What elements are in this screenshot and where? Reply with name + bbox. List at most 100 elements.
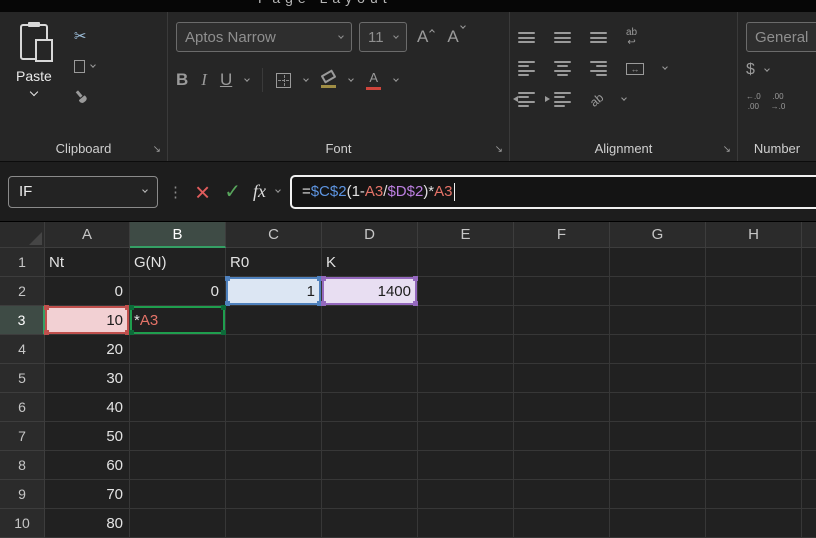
cell-A5[interactable]: 30 [45,364,130,393]
cell-partial-1[interactable] [802,248,816,277]
column-header-A[interactable]: A [45,222,130,248]
cell-partial-3[interactable] [802,306,816,335]
font-name-chevron-icon[interactable] [338,32,344,39]
row-header-2[interactable]: 2 [0,277,45,306]
cell-F6[interactable] [514,393,610,422]
cell-E1[interactable] [418,248,514,277]
name-box[interactable]: IF [8,175,158,208]
cell-B7[interactable] [130,422,226,451]
cell-H1[interactable] [706,248,802,277]
cell-G5[interactable] [610,364,706,393]
align-top-button[interactable] [518,32,535,43]
column-header-H[interactable]: H [706,222,802,248]
cell-partial-4[interactable] [802,335,816,364]
decrease-indent-button[interactable] [513,91,535,108]
row-header-6[interactable]: 6 [0,393,45,422]
align-bottom-button[interactable] [590,32,607,43]
cell-H7[interactable] [706,422,802,451]
cell-B3[interactable]: * A3 [129,305,226,335]
row-header-8[interactable]: 8 [0,451,45,480]
cell-G9[interactable] [610,480,706,509]
selection-handle[interactable] [221,330,226,335]
formula-input[interactable]: = $C$2 (1- A3/$D$2)* A3 [289,174,816,209]
copy-button[interactable] [73,56,96,75]
cell-C10[interactable] [226,509,322,538]
column-header-B[interactable]: B [130,222,226,248]
cell-E5[interactable] [418,364,514,393]
font-size-combobox[interactable]: 11 [359,22,407,52]
fill-color-button[interactable] [320,69,337,88]
cell-A8[interactable]: 60 [45,451,130,480]
cell-partial-5[interactable] [802,364,816,393]
align-middle-button[interactable] [554,32,571,43]
cell-F10[interactable] [514,509,610,538]
cell-G7[interactable] [610,422,706,451]
cell-C6[interactable] [226,393,322,422]
cell-F4[interactable] [514,335,610,364]
clipboard-dialog-launcher-icon[interactable]: ↘ [153,144,161,155]
font-dialog-launcher-icon[interactable]: ↘ [495,144,503,155]
row-header-5[interactable]: 5 [0,364,45,393]
cell-G10[interactable] [610,509,706,538]
font-color-dropdown-chevron-icon[interactable] [393,75,400,82]
cell-partial-9[interactable] [802,480,816,509]
cell-E4[interactable] [418,335,514,364]
cell-A6[interactable]: 40 [45,393,130,422]
column-header-F[interactable]: F [514,222,610,248]
cell-D10[interactable] [322,509,418,538]
cell-partial-2[interactable] [802,277,816,306]
decrease-font-size-button[interactable]: A [444,23,467,47]
row-header-1[interactable]: 1 [0,248,45,277]
cell-F1[interactable] [514,248,610,277]
cell-A2[interactable]: 0 [45,277,130,306]
cell-G6[interactable] [610,393,706,422]
paste-button[interactable]: Paste [8,22,60,105]
cell-F5[interactable] [514,364,610,393]
cell-B8[interactable] [130,451,226,480]
cell-F3[interactable] [514,306,610,335]
formula-bar-resize-dots-icon[interactable]: ⋮ [168,183,183,201]
cell-G2[interactable] [610,277,706,306]
cell-D9[interactable] [322,480,418,509]
row-header-10[interactable]: 10 [0,509,45,538]
cell-B10[interactable] [130,509,226,538]
cell-E9[interactable] [418,480,514,509]
enter-button[interactable]: ✓ [222,182,243,202]
number-format-combobox[interactable]: General [746,22,816,52]
cell-E7[interactable] [418,422,514,451]
cell-E10[interactable] [418,509,514,538]
decrease-decimal-button[interactable]: .00 →.0 [771,92,786,112]
cell-D8[interactable] [322,451,418,480]
cell-E2[interactable] [418,277,514,306]
merge-center-button[interactable]: ↔ [626,62,644,75]
cell-D7[interactable] [322,422,418,451]
align-left-button[interactable] [518,60,535,77]
cell-H8[interactable] [706,451,802,480]
cell-G4[interactable] [610,335,706,364]
cell-B9[interactable] [130,480,226,509]
fill-color-dropdown-chevron-icon[interactable] [348,75,355,82]
cell-A3[interactable]: 10 [44,305,130,335]
cell-A9[interactable]: 70 [45,480,130,509]
cell-C4[interactable] [226,335,322,364]
borders-dropdown-chevron-icon[interactable] [303,75,310,82]
underline-dropdown-chevron-icon[interactable] [244,75,251,82]
bold-button[interactable]: B [176,70,188,90]
cell-E6[interactable] [418,393,514,422]
cell-E3[interactable] [418,306,514,335]
selection-handle[interactable] [413,301,418,306]
cell-F2[interactable] [514,277,610,306]
cell-A4[interactable]: 20 [45,335,130,364]
cell-H9[interactable] [706,480,802,509]
cell-C5[interactable] [226,364,322,393]
row-header-4[interactable]: 4 [0,335,45,364]
column-header-G[interactable]: G [610,222,706,248]
column-header-D[interactable]: D [322,222,418,248]
cell-C9[interactable] [226,480,322,509]
cell-A1[interactable]: Nt [45,248,130,277]
cell-D6[interactable] [322,393,418,422]
format-painter-button[interactable] [74,88,95,105]
cell-A7[interactable]: 50 [45,422,130,451]
increase-font-size-button[interactable]: A [414,27,437,47]
merge-center-chevron-icon[interactable] [662,64,668,70]
